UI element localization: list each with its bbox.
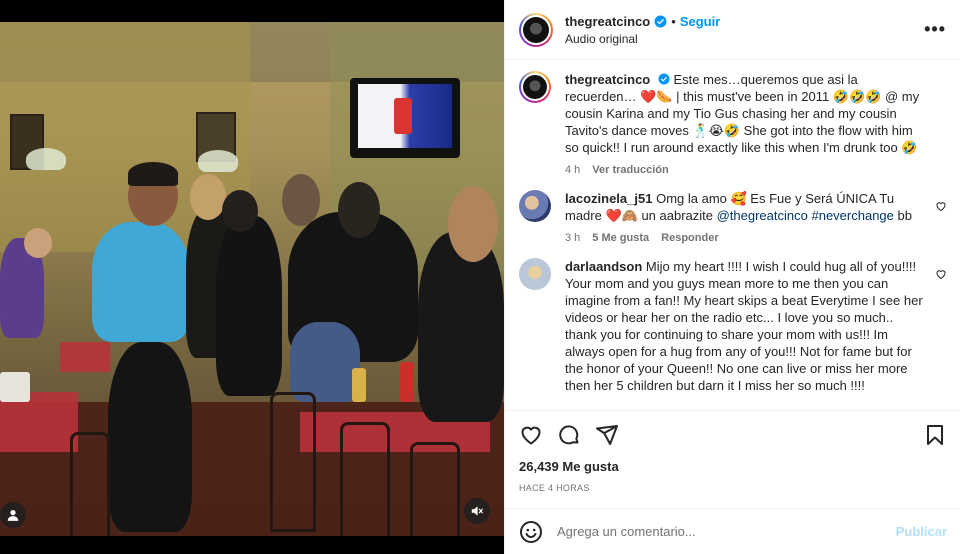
comment-text: Mijo my heart !!!! I wish I could hug al… (565, 259, 923, 393)
user-tag-button[interactable] (0, 502, 26, 528)
mention-link[interactable]: @thegreatcinco (717, 208, 808, 223)
post-details-panel: thegreatcinco • Seguir Audio original ••… (504, 0, 960, 554)
verified-badge-icon (654, 15, 667, 27)
comment: lacozinela_j51 Omg la amo 🥰 Es Fue y Ser… (519, 190, 947, 244)
caption: thegreatcinco Este mes…queremos que asi … (519, 71, 947, 176)
see-translation-button[interactable]: Ver traducción (592, 164, 668, 176)
avatar[interactable] (519, 71, 551, 103)
avatar[interactable] (519, 12, 553, 47)
hashtag-link[interactable]: #neverchange (811, 208, 893, 223)
user-tag-icon (7, 510, 19, 521)
post-timestamp[interactable]: HACE 4 HORAS (519, 483, 947, 493)
post-media[interactable] (0, 0, 504, 554)
share-icon[interactable] (595, 423, 619, 447)
like-comment-heart-icon[interactable] (935, 200, 947, 212)
verified-badge-icon (658, 73, 670, 85)
publish-button[interactable]: Publicar (896, 524, 947, 539)
mute-icon (471, 506, 483, 516)
like-comment-heart-icon[interactable] (935, 268, 947, 280)
comment-icon[interactable] (557, 423, 581, 447)
post-header: thegreatcinco • Seguir Audio original ••… (505, 0, 960, 60)
audio-label[interactable]: Audio original (565, 32, 924, 46)
comment: darlaandson Mijo my heart !!!! I wish I … (519, 258, 947, 394)
avatar[interactable] (519, 190, 551, 222)
tv-screen (350, 78, 460, 158)
reply-button[interactable]: Responder (661, 232, 718, 244)
post-actions: 26,439 Me gusta HACE 4 HORAS (505, 410, 960, 493)
emoji-icon[interactable] (519, 520, 543, 544)
comment-text: bb (893, 208, 912, 223)
caption-emoji: ❤️🌭 (640, 89, 673, 104)
comment-username[interactable]: darlaandson (565, 259, 642, 274)
author-username[interactable]: thegreatcinco (565, 14, 650, 29)
comments-list[interactable]: thegreatcinco Este mes…queremos que asi … (505, 61, 960, 409)
comment-input[interactable] (557, 524, 896, 539)
avatar[interactable] (519, 258, 551, 290)
comment-composer: Publicar (505, 508, 960, 554)
more-options-icon[interactable]: ••• (924, 19, 946, 40)
comment-time[interactable]: 4 h (565, 164, 580, 176)
heart-icon[interactable] (519, 423, 543, 447)
comment-username[interactable]: lacozinela_j51 (565, 191, 652, 206)
follow-button[interactable]: Seguir (680, 14, 720, 29)
comment-time[interactable]: 3 h (565, 232, 580, 244)
comment-likes[interactable]: 5 Me gusta (592, 232, 649, 244)
mute-button[interactable] (464, 498, 490, 524)
like-count[interactable]: 26,439 Me gusta (519, 459, 947, 474)
separator-dot: • (671, 13, 676, 29)
comment-username[interactable]: thegreatcinco (565, 72, 650, 87)
bookmark-icon[interactable] (923, 423, 947, 447)
video-frame[interactable] (0, 22, 504, 536)
